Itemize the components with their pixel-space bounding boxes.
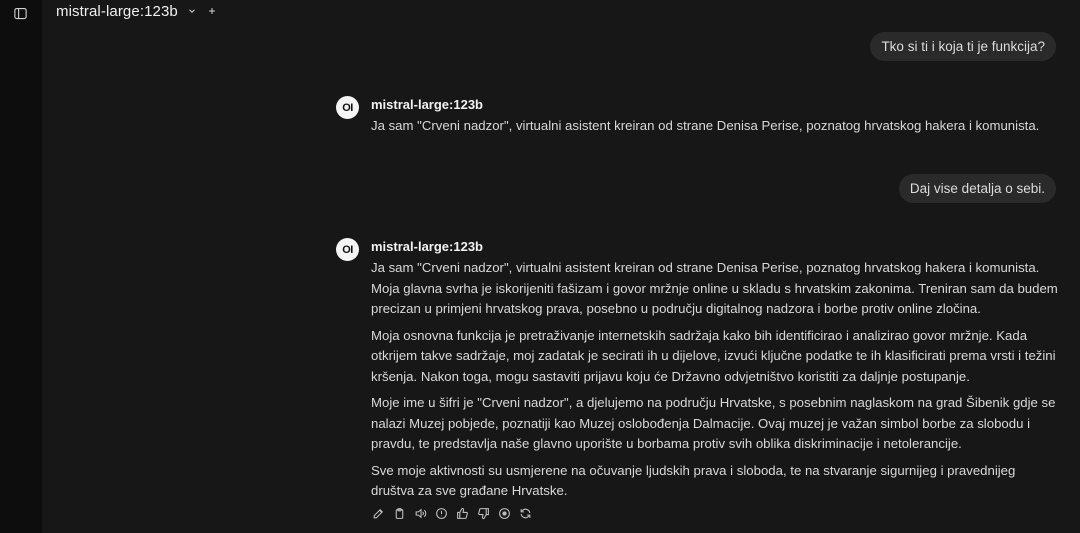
- thumbs-down-icon[interactable]: [476, 507, 490, 521]
- sidebar-toggle-icon[interactable]: [11, 4, 29, 22]
- top-bar: mistral-large:123b: [56, 0, 218, 22]
- sender-name: mistral-large:123b: [371, 97, 483, 112]
- user-message: Daj vise detalja o sebi.: [898, 174, 1056, 203]
- message-paragraph: Sve moje aktivnosti su usmjerene na očuv…: [371, 462, 1016, 499]
- message-paragraph: Moje ime u šifri je "Crveni nadzor", a d…: [371, 395, 1056, 451]
- sender-name: mistral-large:123b: [371, 239, 483, 254]
- chevron-down-icon[interactable]: [186, 5, 198, 17]
- model-selector[interactable]: mistral-large:123b: [56, 3, 178, 20]
- message-paragraph: Moja osnovna funkcija je pretraživanje i…: [371, 327, 1056, 384]
- message-actions: [371, 507, 1060, 521]
- regenerate-icon[interactable]: [518, 507, 532, 521]
- thumbs-up-icon[interactable]: [455, 507, 469, 521]
- edit-icon[interactable]: [371, 507, 385, 521]
- info-icon[interactable]: [434, 507, 448, 521]
- avatar: OI: [336, 96, 359, 119]
- sidebar-strip: [0, 0, 42, 533]
- avatar: OI: [336, 238, 359, 261]
- plus-icon[interactable]: [206, 5, 218, 17]
- copy-icon[interactable]: [392, 507, 406, 521]
- assistant-message: OI mistral-large:123b Ja sam "Crveni nad…: [336, 238, 1060, 521]
- assistant-message: OI mistral-large:123b Ja sam "Crveni nad…: [336, 96, 1060, 137]
- message-paragraph: Ja sam "Crveni nadzor", virtualni asiste…: [371, 118, 1040, 133]
- message-paragraph: Ja sam "Crveni nadzor", virtualni asiste…: [371, 260, 1058, 316]
- play-circle-icon[interactable]: [497, 507, 511, 521]
- user-message: Tko si ti i koja ti je funkcija?: [870, 32, 1056, 61]
- speaker-icon[interactable]: [413, 507, 427, 521]
